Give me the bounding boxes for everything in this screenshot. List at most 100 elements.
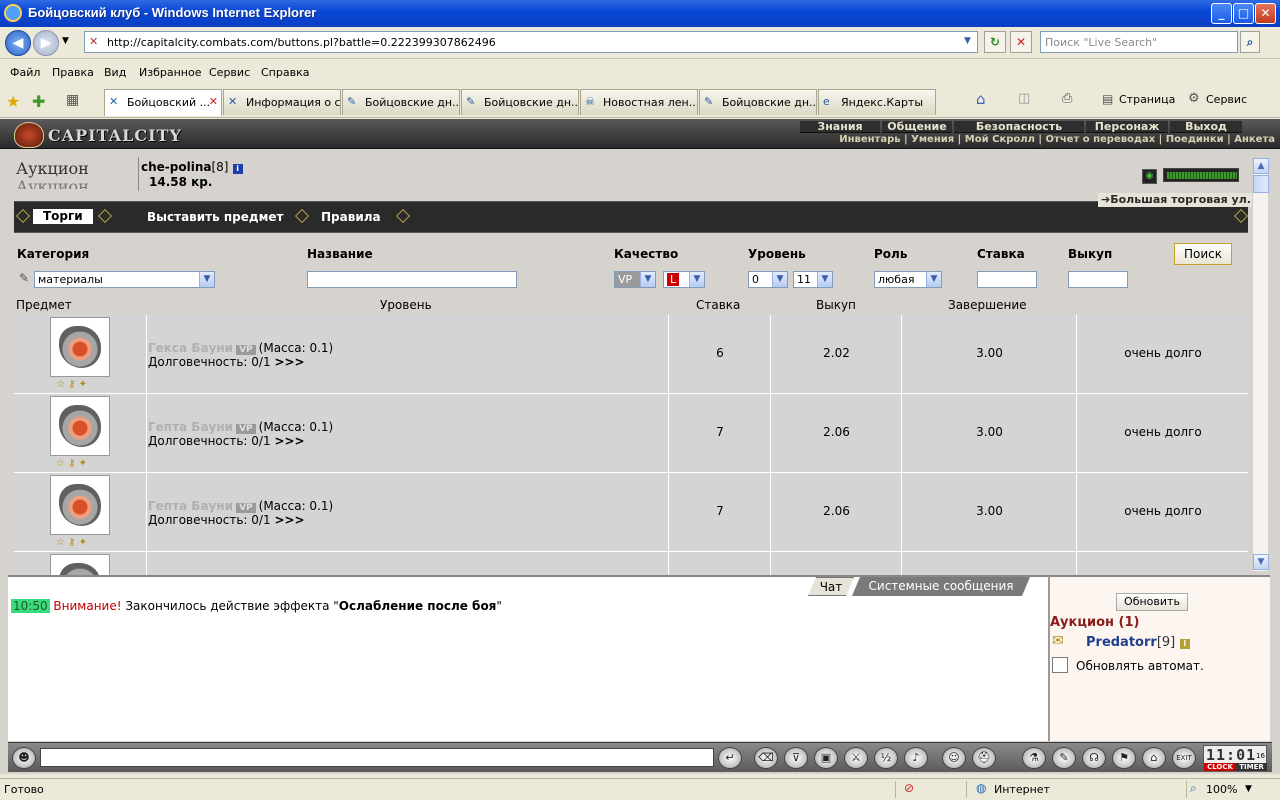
helmet-icon[interactable]: ⛑ [972,747,996,769]
cart-icon[interactable]: ✦ [79,379,87,390]
address-dropdown-icon[interactable]: ▼ [964,36,971,46]
send-icon[interactable]: ↵ [718,747,742,769]
zoom-level[interactable]: 100% [1206,783,1237,796]
minimize-button[interactable]: _ [1211,3,1232,24]
zoom-dropdown-icon[interactable]: ▼ [1245,784,1252,794]
buyout-input[interactable] [1068,271,1128,288]
star-icon[interactable]: ☆ [56,458,65,469]
tab-6[interactable]: e Яндекс.Карты [818,89,936,115]
star-icon[interactable]: ☆ [56,537,65,548]
key-icon[interactable]: ⚷ [68,458,75,469]
exit-icon[interactable]: EXIT [1172,747,1196,769]
close-button[interactable]: ✕ [1255,3,1276,24]
key-icon[interactable]: ⚷ [68,537,75,548]
scroll-up-icon[interactable]: ▲ [1253,158,1269,174]
security-zone[interactable]: Интернет [994,783,1050,796]
level-to-select[interactable]: 11 ▼ [793,271,833,288]
item-name-text[interactable]: Гепта Бауни [148,420,233,434]
tab-close-icon[interactable]: ✕ [209,95,218,108]
search-icon[interactable]: ⌕ [1240,31,1260,53]
vertical-scrollbar[interactable]: ▲ ▼ [1252,158,1269,571]
menu-tools[interactable]: Сервис [209,66,250,79]
tab-0[interactable]: ✕ Бойцовский ... ✕ [104,89,222,116]
tab-2[interactable]: ✎ Бойцовские дн... [342,89,460,115]
menu-exit[interactable]: Выход [1170,121,1242,133]
fraction-icon[interactable]: ½ [874,747,898,769]
forward-button[interactable]: ▶ [33,30,59,56]
home-icon[interactable]: ⌂ [976,90,986,108]
nav-trade[interactable]: Торги [33,209,93,224]
print-icon[interactable]: ⎙ [1062,91,1072,106]
cart-icon[interactable]: ✦ [79,458,87,469]
more-link[interactable]: >>> [274,513,304,527]
menu-social[interactable]: Общение [882,121,952,133]
fight-icon[interactable]: ⚔ [844,747,868,769]
menu-favorites[interactable]: Избранное [139,66,201,79]
auto-refresh-checkbox[interactable] [1052,657,1068,673]
chat-input[interactable] [40,748,714,767]
potion-icon[interactable]: ⚗ [1022,747,1046,769]
star-icon[interactable]: ☆ [56,379,65,390]
tab-5[interactable]: ✎ Бойцовские дн... [699,89,817,115]
smile-head-icon[interactable]: ☻ [12,747,36,769]
menu-file[interactable]: Файл [10,66,40,79]
friends-icon[interactable]: ☊ [1082,747,1106,769]
scroll-icon[interactable]: ✎ [1052,747,1076,769]
popup-blocker-icon[interactable]: ⊘ [904,781,914,795]
clan-icon[interactable]: ⚑ [1112,747,1136,769]
message-time[interactable]: 10:50 [11,599,50,613]
eraser-icon[interactable]: ⌫ [754,747,778,769]
back-button[interactable]: ◀ [5,30,31,56]
role-select[interactable]: любая ▼ [874,271,942,288]
tab-chat[interactable]: Чат [808,577,854,596]
private-message-icon[interactable]: ✉ [1052,633,1064,649]
menu-character[interactable]: Персонаж [1086,121,1168,133]
item-image[interactable] [50,475,110,535]
feeds-icon[interactable]: ◫ [1018,91,1030,106]
name-input[interactable] [307,271,517,288]
key-icon[interactable]: ⚷ [68,379,75,390]
refresh-icon[interactable]: ↻ [984,31,1006,53]
item-image[interactable] [50,554,110,576]
menu-knowledge[interactable]: Знания [800,121,880,133]
menu-edit[interactable]: Правка [52,66,94,79]
more-link[interactable]: >>> [274,434,304,448]
sound-icon[interactable]: ♪ [904,747,928,769]
scroll-thumb[interactable] [1253,175,1269,193]
search-button[interactable]: Поиск [1174,243,1232,265]
save-icon[interactable]: ▣ [814,747,838,769]
menu-security[interactable]: Безопасность [954,121,1084,133]
timer-label[interactable]: TIMER [1236,763,1267,771]
favorites-star-icon[interactable]: ★ [6,92,20,111]
emoticon-icon[interactable]: ☺ [942,747,966,769]
item-name-text[interactable]: Гепта Бауни [148,499,233,513]
player-name[interactable]: Predatorr [1086,635,1157,650]
level-from-select[interactable]: 0 ▼ [748,271,788,288]
quality-select-a[interactable]: VP ▼ [614,271,656,288]
add-favorite-icon[interactable]: ✚ [32,92,45,111]
cart-icon[interactable]: ✦ [79,537,87,548]
maximize-button[interactable]: □ [1233,3,1254,24]
nav-rules[interactable]: Правила [321,210,381,224]
sub-menu[interactable]: Инвентарь | Умения | Мой Скролл | Отчет … [780,134,1275,146]
nav-put-item[interactable]: Выставить предмет [147,210,284,224]
address-input[interactable]: ✕ http://capitalcity.combats.com/buttons… [84,31,978,53]
menu-help[interactable]: Справка [261,66,309,79]
user-name[interactable]: che-polina [141,160,211,174]
bid-input[interactable] [977,271,1037,288]
item-name-text[interactable]: Гекса Бауни [148,341,233,355]
item-image[interactable] [50,317,110,377]
live-search-input[interactable]: Поиск "Live Search" [1040,31,1238,53]
clock-label[interactable]: CLOCK [1204,763,1236,771]
info-icon[interactable]: i [1179,639,1190,649]
stop-icon[interactable]: ✕ [1010,31,1032,53]
tab-1[interactable]: ✕ Информация о с... [223,89,341,115]
category-select[interactable]: материалы ▼ [34,271,215,288]
tab-system-messages[interactable]: Системные сообщения [852,577,1030,596]
filter-icon[interactable]: ⊽ [784,747,808,769]
scroll-down-icon[interactable]: ▼ [1253,554,1269,570]
tab-3[interactable]: ✎ Бойцовские дн... [461,89,579,115]
item-image[interactable] [50,396,110,456]
tools-menu[interactable]: Сервис [1206,93,1247,106]
inventory-icon[interactable]: ⌂ [1142,747,1166,769]
